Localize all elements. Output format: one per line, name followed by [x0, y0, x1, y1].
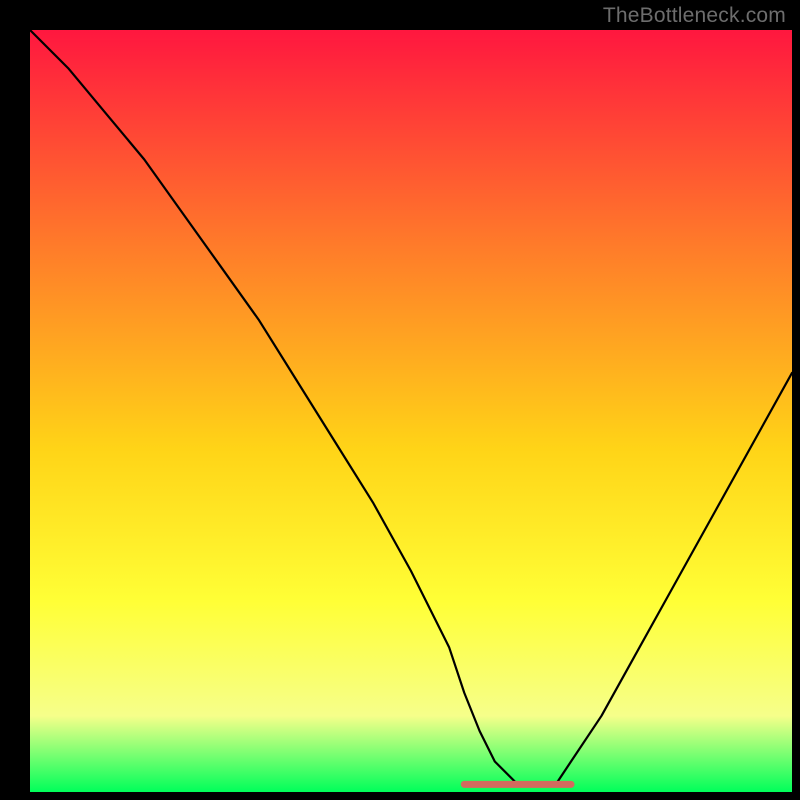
chart-frame: TheBottleneck.com: [0, 0, 800, 800]
plot-area: [30, 30, 792, 792]
bottleneck-chart: [0, 0, 800, 800]
watermark-text: TheBottleneck.com: [603, 4, 786, 28]
